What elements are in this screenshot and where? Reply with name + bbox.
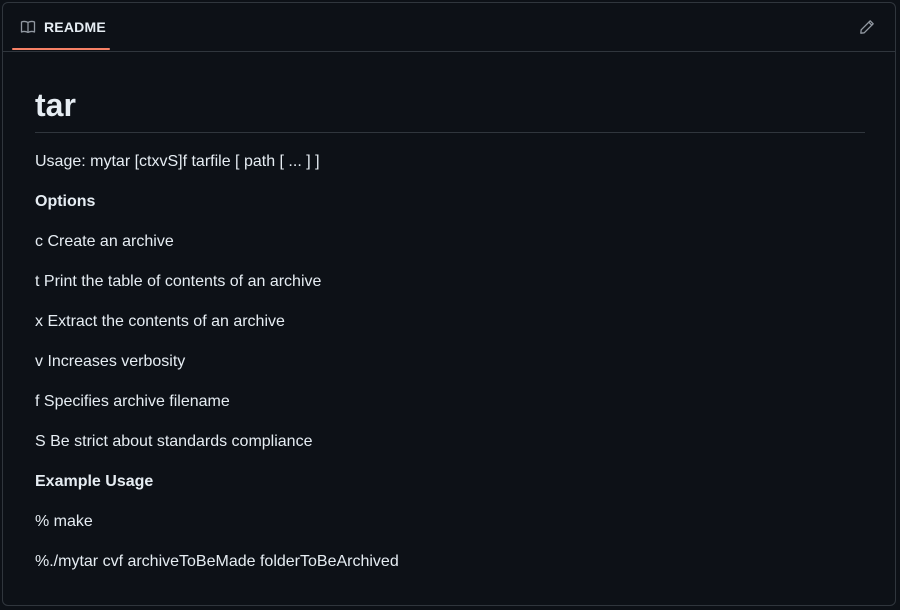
title-divider [35, 132, 865, 133]
book-icon [20, 19, 36, 35]
tab-readme[interactable]: README [12, 3, 110, 51]
readme-title: tar [35, 87, 76, 123]
usage-line: Usage: mytar [ctxvS]f tarfile [ path [ .… [35, 153, 320, 170]
readme-content: tar Usage: mytar [ctxvS]f tarfile [ path… [35, 51, 865, 592]
option-item: c Create an archive [35, 233, 174, 250]
readme-panel: README tar Usage: mytar [ctxvS]f tarfile… [2, 2, 896, 606]
option-item: x Extract the contents of an archive [35, 313, 285, 330]
option-item: v Increases verbosity [35, 353, 186, 370]
pencil-icon[interactable] [859, 19, 875, 35]
example-line: %./mytar cvf archiveToBeMade folderToBeA… [35, 553, 399, 570]
tab-active-indicator [12, 48, 110, 50]
tab-readme-label: README [44, 19, 106, 35]
option-item: f Specifies archive filename [35, 393, 230, 410]
readme-body: Usage: mytar [ctxvS]f tarfile [ path [ .… [35, 152, 865, 592]
example-heading: Example Usage [35, 473, 154, 490]
example-line: % make [35, 513, 93, 530]
option-item: S Be strict about standards compliance [35, 433, 313, 450]
readme-tabbar: README [3, 3, 895, 52]
option-item: t Print the table of contents of an arch… [35, 273, 322, 290]
options-heading: Options [35, 193, 96, 210]
